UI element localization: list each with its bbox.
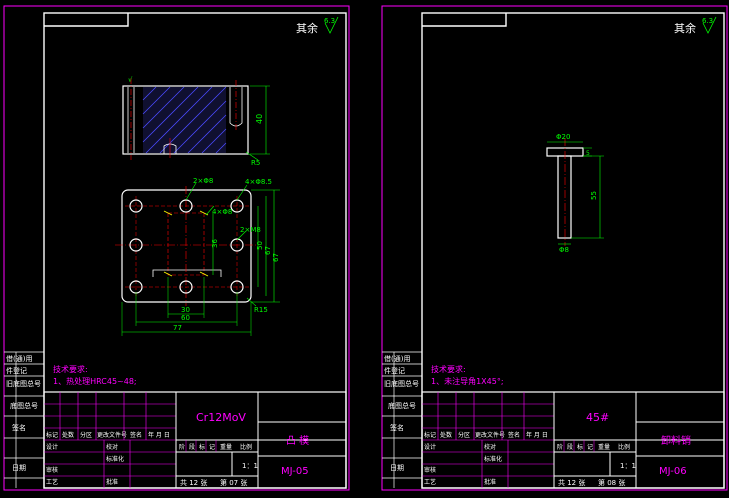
dim-tapped-holes: 4×Φ8	[212, 208, 232, 216]
sheet-count-right: 共 12 张	[558, 478, 585, 487]
side-label-r3: 旧底图总号	[384, 379, 419, 388]
dim-bottom-30: 30	[181, 306, 190, 314]
tb-row-4: 更改文件号	[97, 431, 127, 439]
tb-row-6: 年 月 日	[148, 431, 170, 439]
dim-corner-radius: R15	[254, 306, 268, 314]
tb-stage-2: 段	[189, 443, 195, 451]
tb-r-stage-4: 记	[587, 444, 593, 451]
tech-line-left: 1、热处理HRC45~48;	[53, 376, 137, 386]
side-label-r4: 底图总号	[388, 401, 416, 410]
tb-r-role-2: 校对	[484, 443, 496, 451]
tb-role-3: 审核	[46, 466, 58, 474]
tb-r-stage-3: 标	[577, 443, 583, 451]
side-label-5: 签名	[12, 423, 26, 432]
drawing-no-right: MJ-06	[659, 466, 687, 477]
tech-heading-right: 技术要求:	[431, 364, 466, 374]
tb-r-role-1: 设计	[424, 443, 436, 451]
svg-text:√: √	[128, 76, 133, 84]
tb-stage-5: 重量	[220, 443, 232, 451]
cad-drawing: 其余 6.3 40 R5 √ 2×Φ8 4×Φ8.5 4×Φ8 2×M8 36 …	[0, 0, 729, 498]
tb-role-6: 批准	[106, 478, 118, 486]
side-label-1: 借(通)用	[6, 354, 32, 363]
tb-row-3: 分区	[80, 431, 92, 439]
tb-r-row-4: 更改文件号	[475, 431, 505, 439]
sheet-index-left: 第 07 张	[220, 478, 247, 487]
dim-width-50: 50	[256, 241, 264, 250]
tb-r-role-4: 工艺	[424, 478, 436, 486]
roughness-note-right: 其余	[674, 21, 696, 35]
part-name-right: 卸料销	[661, 434, 691, 447]
tb-r-role-5: 标准化	[484, 455, 502, 463]
tb-role-4: 工艺	[46, 478, 58, 486]
dim-fillet: R5	[251, 159, 260, 167]
roughness-note: 其余	[296, 21, 318, 35]
dim-inner-height: 36	[211, 239, 219, 248]
side-label-r5: 签名	[390, 423, 404, 432]
tb-stage-3: 标	[199, 443, 205, 451]
part-material-right: 45#	[586, 411, 609, 424]
dim-shank-dia: Φ8	[559, 246, 569, 254]
tb-r-stage-2: 段	[567, 443, 573, 451]
tb-role-5: 标准化	[106, 455, 124, 463]
dim-head-dia: Φ20	[556, 133, 570, 141]
tb-r-stage-5: 重量	[598, 443, 610, 451]
tb-r-row-6: 年 月 日	[526, 431, 548, 439]
tb-role-2: 校对	[106, 443, 118, 451]
tb-row-2: 处数	[62, 431, 74, 439]
side-label-r6: 日期	[390, 464, 404, 472]
part-name-left: 凸 模	[286, 435, 309, 447]
roughness-value-right: 6.3	[702, 17, 713, 25]
tb-stage-4: 记	[209, 444, 215, 451]
side-label-r1: 借(通)用	[384, 354, 410, 363]
tb-r-row-5: 签名	[508, 431, 520, 439]
tb-stage-1: 阶	[179, 443, 185, 451]
side-label-4: 底图总号	[10, 401, 38, 410]
tb-stage-6: 比例	[240, 443, 252, 451]
tb-r-role-6: 批准	[484, 478, 496, 486]
tb-r-stage-6: 比例	[618, 443, 630, 451]
part-material-left: Cr12MoV	[196, 411, 246, 424]
dim-corner-holes: 4×Φ8.5	[245, 178, 272, 186]
tb-r-row-1: 标记	[424, 431, 436, 439]
tech-line-right: 1、未注导角1X45°;	[431, 376, 504, 386]
dim-top-holes: 2×Φ8	[193, 177, 213, 185]
tb-row-5: 签名	[130, 431, 142, 439]
side-label-r2: 件登记	[384, 366, 405, 375]
drawing-no-left: MJ-05	[281, 466, 309, 477]
roughness-value: 6.3	[324, 17, 335, 25]
dim-length: 55	[590, 191, 598, 200]
tb-r-stage-1: 阶	[557, 443, 563, 451]
tb-role-1: 设计	[46, 443, 58, 451]
dim-bottom-77: 77	[173, 324, 182, 332]
tech-heading-left: 技术要求:	[53, 364, 88, 374]
dim-thickness: 40	[255, 114, 264, 124]
side-label-3: 旧底图总号	[6, 379, 41, 388]
dim-width-67: 67	[264, 246, 272, 255]
tb-r-row-3: 分区	[458, 431, 470, 439]
dim-bottom-60: 60	[181, 314, 190, 322]
tb-r-row-2: 处数	[440, 431, 452, 439]
scale-left: 1：1	[242, 462, 258, 470]
tb-r-role-3: 审核	[424, 466, 436, 474]
side-label-6: 日期	[12, 464, 26, 472]
scale-right: 1：1	[620, 462, 636, 470]
dim-outer-height: 67	[272, 253, 280, 262]
side-label-2: 件登记	[6, 366, 27, 375]
sheet-count-left: 共 12 张	[180, 478, 207, 487]
tb-row-1: 标记	[46, 431, 58, 439]
dim-side-threads: 2×M8	[240, 226, 261, 234]
sheet-index-right: 第 08 张	[598, 478, 625, 487]
